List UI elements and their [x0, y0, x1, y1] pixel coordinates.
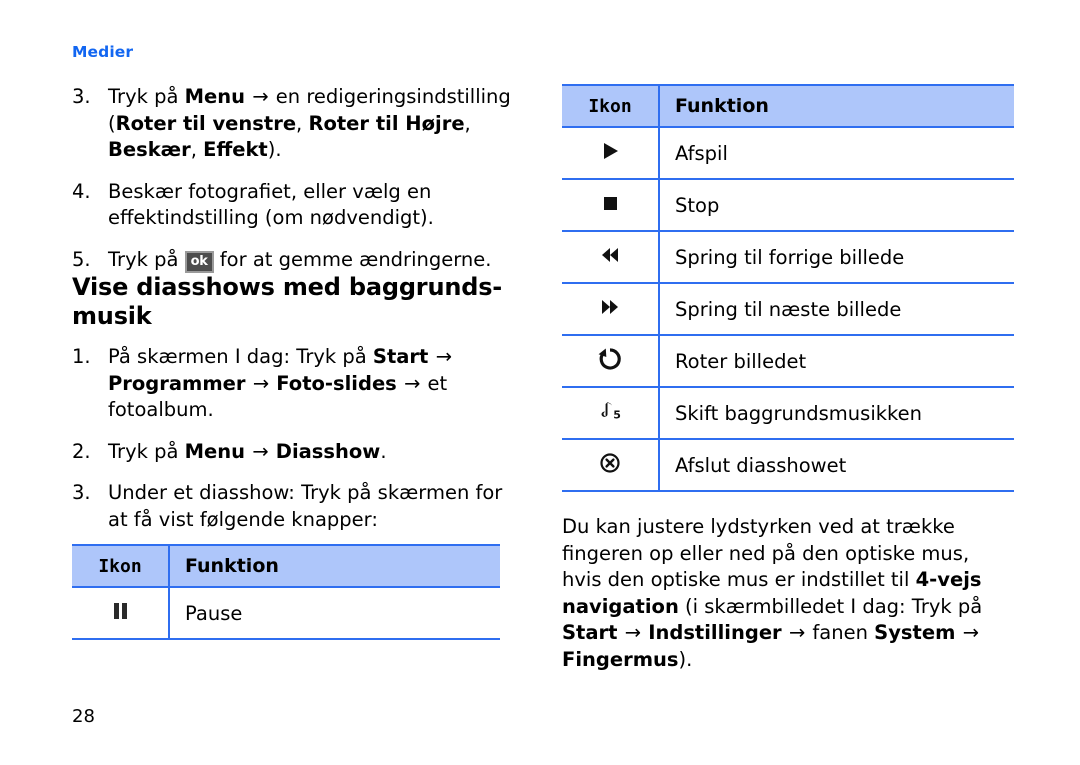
- table-cell-function: Roter billedet: [659, 334, 1014, 388]
- arrow-icon: →: [618, 621, 648, 644]
- list-item: 3. Tryk på Menu → en redigeringsindstilli…: [72, 84, 522, 164]
- table-cell-icon: 5: [562, 386, 660, 440]
- list-item-number: 3.: [72, 85, 91, 108]
- arrow-icon: →: [956, 621, 979, 644]
- pause-icon: [105, 596, 135, 626]
- table-cell-icon: [562, 282, 660, 336]
- fast-forward-icon: [595, 292, 625, 322]
- list-item-text: På skærmen I dag: Tryk på Start → Progra…: [108, 345, 452, 421]
- ok-key-icon: ok: [184, 250, 214, 273]
- table-row: Roter billedet: [562, 334, 1014, 388]
- list-item-text: Tryk på Menu → en redigeringsindstilling…: [108, 85, 511, 161]
- arrow-icon: →: [397, 371, 427, 395]
- list-item-number: 3.: [72, 481, 91, 504]
- table-cell-icon: [562, 438, 660, 492]
- table-row: 5 Skift baggrundsmusikken: [562, 386, 1014, 440]
- table-cell-function: Afslut diasshowet: [659, 438, 1014, 492]
- table-row: Pause: [72, 586, 500, 640]
- table-cell-icon: [562, 178, 660, 232]
- close-circle-icon: [595, 448, 625, 478]
- table-row: Spring til næste billede: [562, 282, 1014, 336]
- running-head: Medier: [72, 43, 134, 61]
- table-cell-function: Afspil: [659, 126, 1014, 180]
- right-column: Ikon Funktion Afspil Stop Spring til forri…: [562, 84, 1014, 673]
- slideshow-steps: 1. På skærmen I dag: Tryk på Start → Prog…: [72, 344, 522, 533]
- table-cell-icon: [562, 126, 660, 180]
- table-row: Spring til forrige billede: [562, 230, 1014, 284]
- list-item-text: Tryk på Menu → Diasshow.: [108, 439, 387, 463]
- volume-note: Du kan justere lydstyrken ved at trække …: [562, 515, 983, 671]
- table-cell-icon: [562, 334, 660, 388]
- arrow-icon: →: [782, 621, 812, 644]
- play-icon: [595, 136, 625, 166]
- table-cell-function: Spring til forrige billede: [659, 230, 1014, 284]
- table-cell-function: Pause: [169, 586, 500, 640]
- table-cell-icon: [72, 586, 170, 640]
- slideshow-buttons-table: Ikon Funktion Pause: [72, 544, 500, 640]
- list-item-number: 1.: [72, 345, 91, 368]
- column-header-function: Funktion: [169, 544, 500, 588]
- column-header-function: Funktion: [659, 84, 1014, 128]
- table-row: Stop: [562, 178, 1014, 232]
- list-item-text: Beskær fotografiet, eller vælg en effekt…: [108, 179, 434, 230]
- manual-page: Medier 3. Tryk på Menu → en redigeringsin…: [0, 0, 1080, 765]
- photo-edit-steps: 3. Tryk på Menu → en redigeringsindstilli…: [72, 84, 522, 273]
- page-number: 28: [72, 706, 95, 727]
- stop-icon: [595, 188, 625, 218]
- table-cell-function: Stop: [659, 178, 1014, 232]
- column-header-icon: Ikon: [72, 544, 170, 588]
- list-item: 4. Beskær fotografiet, eller vælg en effe…: [72, 179, 522, 232]
- slideshow-buttons-table-wrap: Ikon Funktion Pause: [72, 544, 500, 640]
- arrow-icon: →: [246, 439, 275, 463]
- arrow-icon: →: [429, 345, 452, 368]
- column-header-icon: Ikon: [562, 84, 660, 128]
- list-item: 5. Tryk på ok for at gemme ændringerne.: [72, 247, 522, 274]
- svg-text:5: 5: [613, 408, 621, 421]
- table-cell-function: Spring til næste billede: [659, 282, 1014, 336]
- table-row: Afspil: [562, 126, 1014, 180]
- list-item-number: 2.: [72, 439, 91, 463]
- section-heading: Vise diasshows med baggrunds-musik: [72, 273, 503, 330]
- table-row: Afslut diasshowet: [562, 438, 1014, 492]
- table-cell-icon: [562, 230, 660, 284]
- rotate-icon: [595, 344, 625, 374]
- list-item-text: Tryk på ok for at gemme ændringerne.: [108, 247, 492, 273]
- table-header-row: Ikon Funktion: [72, 544, 500, 588]
- table-cell-function: Skift baggrundsmusikken: [659, 386, 1014, 440]
- list-item-text: Under et diasshow: Tryk på skærmen for a…: [108, 481, 503, 531]
- list-item-number: 4.: [72, 179, 91, 203]
- table-header-row: Ikon Funktion: [562, 84, 1014, 128]
- list-item: 2. Tryk på Menu → Diasshow.: [72, 439, 522, 466]
- list-item: 1. På skærmen I dag: Tryk på Start → Prog…: [72, 344, 522, 424]
- rewind-icon: [595, 240, 625, 270]
- arrow-icon: →: [246, 371, 276, 395]
- list-item: 3. Under et diasshow: Tryk på skærmen for…: [72, 480, 522, 533]
- music-note-5-icon: 5: [595, 396, 625, 426]
- volume-note-wrap: Du kan justere lydstyrken ved at trække …: [562, 514, 1014, 673]
- left-column: 3. Tryk på Menu → en redigeringsindstilli…: [72, 84, 522, 640]
- arrow-icon: →: [246, 85, 275, 108]
- slideshow-controls-table: Ikon Funktion Afspil Stop Spring til forri…: [562, 84, 1014, 492]
- list-item-number: 5.: [72, 247, 91, 271]
